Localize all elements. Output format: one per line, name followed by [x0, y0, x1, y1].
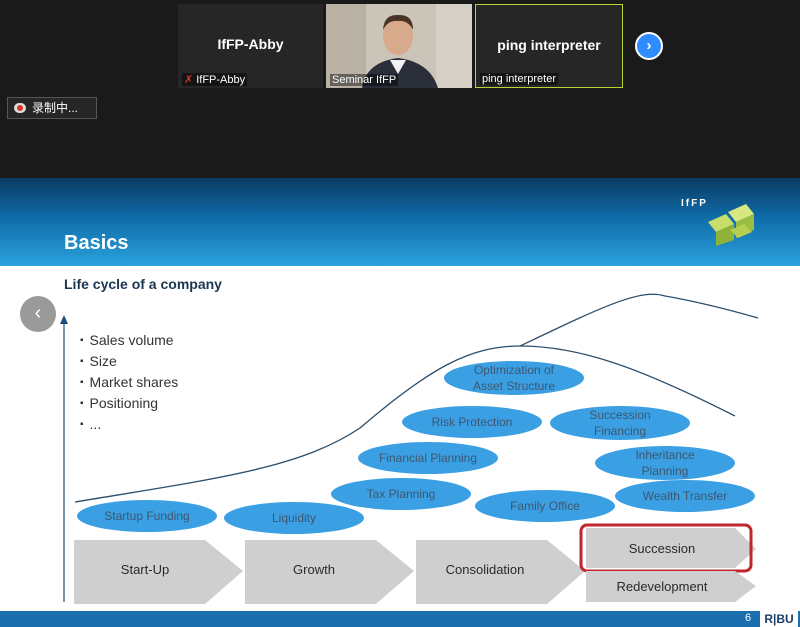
service-label: Tax Planning: [367, 487, 436, 501]
service-family-office: Family Office: [475, 490, 615, 522]
phase-label: Succession: [629, 541, 695, 556]
phase-succession: Succession: [586, 528, 756, 568]
participant-tile-interpreter[interactable]: ping interpreter ping interpreter: [475, 4, 623, 88]
participant-name: IfFP-Abby: [217, 36, 284, 52]
service-label: Startup Funding: [104, 509, 189, 523]
record-icon: [14, 103, 26, 113]
mic-muted-icon: ✗: [184, 74, 194, 86]
phase-label: Consolidation: [446, 562, 525, 577]
service-label: Inheritance: [635, 448, 695, 462]
service-label: Risk Protection: [432, 415, 513, 429]
next-participants-button[interactable]: ›: [635, 32, 663, 60]
service-liquidity: Liquidity: [224, 502, 364, 534]
service-inheritance-planning: Inheritance Planning: [595, 446, 735, 480]
service-label: Wealth Transfer: [643, 489, 727, 503]
phase-growth: Growth: [245, 540, 414, 604]
previous-slide-button[interactable]: ‹: [20, 296, 56, 332]
recording-label: 录制中...: [32, 101, 79, 115]
participant-label: Seminar IfFP: [330, 74, 399, 86]
phase-label: Redevelopment: [616, 579, 707, 594]
service-label: Financing: [594, 424, 646, 438]
participant-tile-seminar[interactable]: Seminar IfFP: [326, 4, 472, 88]
brand-logo: R|BU: [760, 611, 798, 627]
participant-label-text: IfFP-Abby: [196, 74, 246, 86]
service-label: Liquidity: [272, 511, 316, 525]
participant-label: ✗ IfFP-Abby: [182, 73, 248, 86]
service-label: Succession: [589, 408, 650, 422]
redevelopment-curve: [519, 293, 759, 347]
phase-label: Growth: [293, 562, 335, 577]
video-strip: IfFP-Abby ✗ IfFP-Abby Seminar IfFP ping i…: [0, 0, 800, 178]
shared-slide: Basics IfFP Life cycle of a company Sale…: [0, 178, 800, 627]
service-succession-financing: Succession Financing: [550, 406, 690, 440]
slide-footer: [0, 611, 800, 627]
service-tax-planning: Tax Planning: [331, 478, 471, 510]
service-wealth-transfer: Wealth Transfer: [615, 480, 755, 512]
chevron-right-icon: ›: [646, 37, 652, 54]
service-label: Planning: [642, 464, 689, 478]
service-label: Optimization of: [474, 363, 555, 377]
phase-redevelopment: Redevelopment: [586, 571, 756, 602]
participant-name: ping interpreter: [497, 37, 601, 53]
service-financial-planning: Financial Planning: [358, 442, 498, 474]
service-startup-funding: Startup Funding: [77, 500, 217, 532]
y-axis-arrowhead: [60, 315, 68, 324]
participant-tile-abby[interactable]: IfFP-Abby ✗ IfFP-Abby: [178, 4, 323, 88]
service-risk-protection: Risk Protection: [402, 406, 542, 438]
phase-start-up: Start-Up: [74, 540, 243, 604]
participant-label: ping interpreter: [480, 73, 558, 85]
chevron-left-icon: ‹: [34, 302, 42, 324]
service-label: Financial Planning: [379, 451, 477, 465]
phase-label: Start-Up: [121, 562, 169, 577]
page-number: 6: [745, 612, 752, 624]
phase-consolidation: Consolidation: [416, 540, 585, 604]
service-label: Family Office: [510, 499, 580, 513]
life-cycle-diagram: Startup Funding Liquidity Tax Planning F…: [60, 293, 759, 604]
recording-indicator[interactable]: 录制中...: [7, 97, 97, 119]
service-label: Asset Structure: [473, 379, 555, 393]
service-optimization-asset-structure: Optimization of Asset Structure: [444, 361, 584, 395]
